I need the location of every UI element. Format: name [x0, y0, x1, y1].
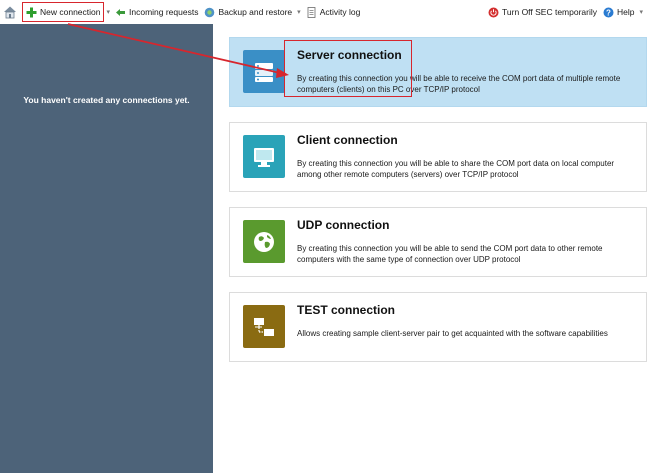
- activity-log-button[interactable]: Activity log: [303, 2, 364, 22]
- test-connection-card[interactable]: TEST connection Allows creating sample c…: [229, 292, 647, 362]
- connection-types-panel: Server connection By creating this conne…: [213, 24, 649, 473]
- client-connection-title: Client connection: [297, 133, 398, 147]
- server-connection-title: Server connection: [297, 48, 402, 62]
- help-dropdown[interactable]: ▾: [639, 8, 643, 16]
- incoming-requests-button[interactable]: Incoming requests: [112, 2, 201, 22]
- client-connection-description: By creating this connection you will be …: [297, 159, 615, 179]
- new-connection-dropdown[interactable]: ▾: [106, 8, 110, 16]
- help-button[interactable]: ? Help: [600, 2, 637, 22]
- turn-off-sec-button[interactable]: Turn Off SEC temporarily: [485, 2, 600, 22]
- toolbar: New connection ▾ Incoming requests Backu…: [0, 0, 649, 24]
- client-connection-card[interactable]: Client connection By creating this conne…: [229, 122, 647, 192]
- server-connection-description: By creating this connection you will be …: [297, 74, 621, 94]
- incoming-requests-label: Incoming requests: [129, 7, 199, 17]
- new-connection-button[interactable]: New connection: [22, 2, 105, 22]
- udp-connection-title: UDP connection: [297, 218, 390, 232]
- svg-text:?: ?: [606, 8, 611, 17]
- udp-connection-description: By creating this connection you will be …: [297, 244, 603, 264]
- backup-restore-dropdown[interactable]: ▾: [297, 8, 301, 16]
- incoming-arrow-icon: [115, 7, 126, 18]
- turn-off-sec-label: Turn Off SEC temporarily: [502, 7, 597, 17]
- test-connection-title: TEST connection: [297, 303, 396, 317]
- monitor-icon: [243, 135, 285, 178]
- document-icon: [306, 6, 317, 18]
- activity-log-label: Activity log: [319, 7, 361, 17]
- toolbar-right: Turn Off SEC temporarily ? Help ▾: [485, 2, 649, 22]
- plus-icon: [26, 7, 37, 18]
- test-connection-description: Allows creating sample client-server pai…: [297, 329, 608, 338]
- help-icon: ?: [603, 7, 614, 18]
- power-icon: [488, 7, 499, 18]
- help-label: Help: [617, 7, 635, 17]
- server-connection-card[interactable]: Server connection By creating this conne…: [229, 37, 647, 107]
- backup-restore-button[interactable]: Backup and restore: [201, 2, 295, 22]
- test-network-icon: [243, 305, 285, 348]
- new-connection-label: New connection: [40, 7, 101, 17]
- udp-connection-card[interactable]: UDP connection By creating this connecti…: [229, 207, 647, 277]
- server-icon: [243, 50, 285, 93]
- home-icon[interactable]: [2, 4, 18, 20]
- backup-restore-label: Backup and restore: [218, 7, 293, 17]
- globe-icon: [243, 220, 285, 263]
- backup-icon: [204, 7, 215, 18]
- connections-sidebar: You haven't created any connections yet.: [0, 24, 213, 473]
- empty-connections-message: You haven't created any connections yet.: [23, 95, 190, 105]
